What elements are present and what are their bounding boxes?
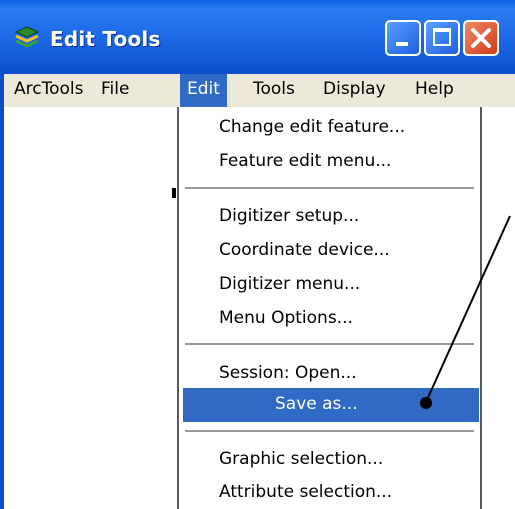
menu-item-digitizer-setup[interactable]: Digitizer setup... bbox=[219, 206, 359, 226]
menu-separator bbox=[185, 343, 474, 345]
menu-separator bbox=[185, 187, 474, 189]
background-fragment bbox=[172, 188, 176, 198]
menu-item-menu-options[interactable]: Menu Options... bbox=[219, 308, 353, 328]
menu-item-feature-edit-menu[interactable]: Feature edit menu... bbox=[219, 151, 391, 171]
window-title: Edit Tools bbox=[50, 27, 161, 51]
layers-icon bbox=[14, 26, 40, 48]
menu-item-save-as[interactable]: Save as... bbox=[275, 394, 358, 414]
menu-item-digitizer-menu[interactable]: Digitizer menu... bbox=[219, 274, 360, 294]
menu-edit[interactable]: Edit bbox=[180, 74, 227, 107]
menu-item-change-edit-feature[interactable]: Change edit feature... bbox=[219, 117, 405, 137]
menu-item-graphic-selection[interactable]: Graphic selection... bbox=[219, 449, 383, 469]
minimize-icon bbox=[396, 42, 408, 46]
menu-item-session-open[interactable]: Session: Open... bbox=[219, 363, 357, 383]
menu-bar: ArcTools File Edit Tools Display Help bbox=[4, 74, 515, 107]
menu-item-coordinate-device[interactable]: Coordinate device... bbox=[219, 240, 390, 260]
window-left-border bbox=[0, 74, 4, 509]
menu-tools[interactable]: Tools bbox=[249, 74, 299, 107]
menu-arctools[interactable]: ArcTools bbox=[10, 74, 87, 107]
menu-file[interactable]: File bbox=[97, 74, 133, 107]
close-button[interactable] bbox=[463, 20, 499, 56]
close-icon bbox=[471, 28, 491, 48]
maximize-button[interactable] bbox=[424, 20, 460, 56]
title-bar[interactable]: Edit Tools bbox=[0, 0, 515, 74]
menu-separator bbox=[185, 430, 474, 432]
minimize-button[interactable] bbox=[385, 20, 421, 56]
maximize-icon bbox=[433, 28, 451, 46]
menu-help[interactable]: Help bbox=[411, 74, 458, 107]
edit-dropdown-menu: Change edit feature... Feature edit menu… bbox=[177, 107, 482, 509]
menu-display[interactable]: Display bbox=[319, 74, 390, 107]
menu-item-attribute-selection[interactable]: Attribute selection... bbox=[219, 482, 392, 502]
